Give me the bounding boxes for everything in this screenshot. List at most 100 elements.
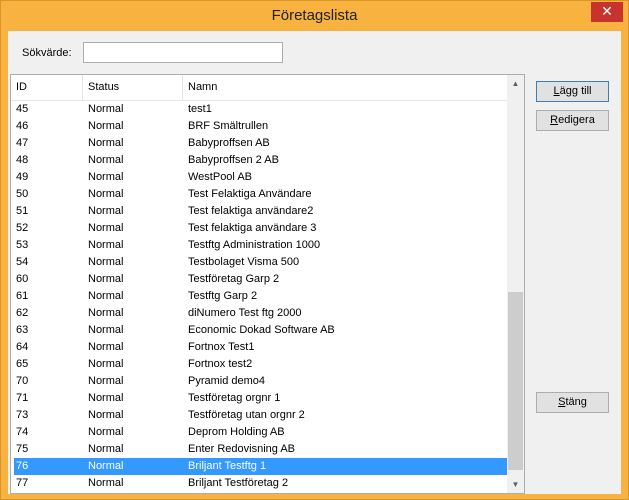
cell-status: Normal <box>88 205 124 217</box>
title-bar[interactable]: Företagslista ✕ <box>1 1 628 32</box>
cell-id: 49 <box>16 171 29 183</box>
cell-name: Fortnox test2 <box>188 358 253 370</box>
cell-name: Babyproffsen AB <box>188 137 270 149</box>
cell-name: Babyproffsen 2 AB <box>188 154 279 166</box>
column-header-status[interactable]: Status <box>83 75 183 100</box>
cell-name: diNumero Test ftg 2000 <box>188 307 302 319</box>
add-button[interactable]: Lägg till <box>536 81 609 102</box>
table-row[interactable]: 60 Normal Testföretag Garp 2 <box>11 271 507 288</box>
table-row[interactable]: 49 Normal WestPool AB <box>11 169 507 186</box>
cell-name: Pyramid demo4 <box>188 375 266 387</box>
cell-status: Normal <box>88 392 124 404</box>
cell-id: 75 <box>16 443 29 455</box>
table-row[interactable]: 62 Normal diNumero Test ftg 2000 <box>11 305 507 322</box>
cell-id: 54 <box>16 256 29 268</box>
column-header-name[interactable]: Namn <box>183 75 507 100</box>
cell-name: Economic Dokad Software AB <box>188 324 335 336</box>
cell-name: Testföretag Garp 2 <box>188 273 280 285</box>
cell-name: Enter Redovisning AB <box>188 443 296 455</box>
cell-name: BRF Smältrullen <box>188 120 269 132</box>
table-row[interactable]: 77 Normal Briljant Testföretag 2 <box>11 475 507 492</box>
cell-name: test1 <box>188 103 212 115</box>
cell-status: Normal <box>88 137 124 149</box>
close-icon: ✕ <box>601 3 613 19</box>
cell-name: Testftg Administration 1000 <box>188 239 321 251</box>
cell-name: Test felaktiga användare 3 <box>188 222 317 234</box>
cell-id: 71 <box>16 392 29 404</box>
edit-button-label: edigera <box>558 114 595 126</box>
close-button[interactable]: Stäng <box>536 392 609 413</box>
table-row[interactable]: 65 Normal Fortnox test2 <box>11 356 507 373</box>
cell-status: Normal <box>88 103 124 115</box>
table-row[interactable]: 63 Normal Economic Dokad Software AB <box>11 322 507 339</box>
cell-status: Normal <box>88 324 124 336</box>
column-header-id[interactable]: ID <box>11 75 83 100</box>
cell-status: Normal <box>88 358 124 370</box>
cell-id: 64 <box>16 341 29 353</box>
client-area: Sökvärde: ID Status Namn 45 Normal test1 46… <box>8 31 621 494</box>
cell-status: Normal <box>88 154 124 166</box>
search-label: Sökvärde: <box>22 47 72 59</box>
cell-id: 47 <box>16 137 29 149</box>
cell-status: Normal <box>88 120 124 132</box>
table-row[interactable]: 47 Normal Babyproffsen AB <box>11 135 507 152</box>
cell-id: 53 <box>16 239 29 251</box>
cell-id: 76 <box>16 460 29 472</box>
cell-status: Normal <box>88 409 124 421</box>
table-row[interactable]: 75 Normal Enter Redovisning AB <box>11 441 507 458</box>
cell-status: Normal <box>88 171 124 183</box>
cell-id: 61 <box>16 290 29 302</box>
table-row[interactable]: 48 Normal Babyproffsen 2 AB <box>11 152 507 169</box>
cell-id: 50 <box>16 188 29 200</box>
table-row[interactable]: 76 Normal Briljant Testftg 1 <box>14 458 507 475</box>
cell-id: 48 <box>16 154 29 166</box>
table-row[interactable]: 73 Normal Testföretag utan orgnr 2 <box>11 407 507 424</box>
scroll-down-icon[interactable]: ▼ <box>507 476 524 493</box>
add-button-label: ägg till <box>559 85 592 97</box>
table-row[interactable]: 70 Normal Pyramid demo4 <box>11 373 507 390</box>
grid-rows: 45 Normal test1 46 Normal BRF Smältrullen 47 No… <box>11 101 507 492</box>
table-row[interactable]: 71 Normal Testföretag orgnr 1 <box>11 390 507 407</box>
cell-name: Deprom Holding AB <box>188 426 285 438</box>
cell-id: 63 <box>16 324 29 336</box>
cell-id: 51 <box>16 205 29 217</box>
cell-id: 62 <box>16 307 29 319</box>
close-button-label: täng <box>565 396 587 408</box>
scrollbar-thumb[interactable] <box>508 292 523 470</box>
cell-name: Testföretag orgnr 1 <box>188 392 281 404</box>
cell-status: Normal <box>88 273 124 285</box>
company-grid[interactable]: ID Status Namn 45 Normal test1 46 Normal BRF … <box>10 74 525 494</box>
cell-id: 74 <box>16 426 29 438</box>
table-row[interactable]: 50 Normal Test Felaktiga Användare <box>11 186 507 203</box>
cell-status: Normal <box>88 341 124 353</box>
cell-id: 65 <box>16 358 29 370</box>
edit-button[interactable]: Redigera <box>536 110 609 131</box>
table-row[interactable]: 64 Normal Fortnox Test1 <box>11 339 507 356</box>
table-row[interactable]: 74 Normal Deprom Holding AB <box>11 424 507 441</box>
cell-status: Normal <box>88 188 124 200</box>
cell-status: Normal <box>88 290 124 302</box>
cell-name: Briljant Testföretag 2 <box>188 477 289 489</box>
cell-status: Normal <box>88 256 124 268</box>
cell-name: Briljant Testftg 1 <box>188 460 267 472</box>
vertical-scrollbar[interactable]: ▲ ▼ <box>507 75 524 493</box>
table-row[interactable]: 53 Normal Testftg Administration 1000 <box>11 237 507 254</box>
cell-id: 46 <box>16 120 29 132</box>
table-row[interactable]: 46 Normal BRF Smältrullen <box>11 118 507 135</box>
table-row[interactable]: 45 Normal test1 <box>11 101 507 118</box>
cell-id: 52 <box>16 222 29 234</box>
cell-name: Test Felaktiga Användare <box>188 188 312 200</box>
table-row[interactable]: 52 Normal Test felaktiga användare 3 <box>11 220 507 237</box>
table-row[interactable]: 51 Normal Test felaktiga användare2 <box>11 203 507 220</box>
cell-status: Normal <box>88 239 124 251</box>
scroll-up-icon[interactable]: ▲ <box>507 75 524 92</box>
cell-status: Normal <box>88 307 124 319</box>
cell-status: Normal <box>88 477 124 489</box>
table-row[interactable]: 54 Normal Testbolaget Visma 500 <box>11 254 507 271</box>
search-input[interactable] <box>83 42 283 63</box>
close-window-button[interactable]: ✕ <box>591 2 623 22</box>
company-list-window: Företagslista ✕ Sökvärde: ID Status Namn… <box>0 0 629 500</box>
cell-name: Fortnox Test1 <box>188 341 255 353</box>
cell-id: 73 <box>16 409 29 421</box>
table-row[interactable]: 61 Normal Testftg Garp 2 <box>11 288 507 305</box>
